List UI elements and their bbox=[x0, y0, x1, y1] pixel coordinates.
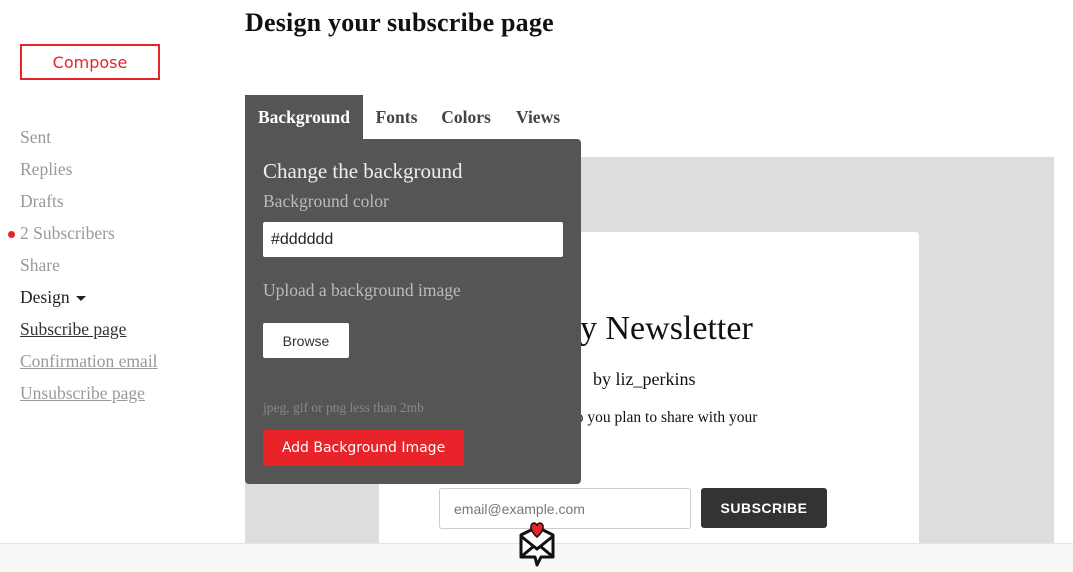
sidebar-item-design[interactable]: Design bbox=[20, 287, 86, 308]
tab-background[interactable]: Background bbox=[245, 95, 363, 139]
add-background-image-button[interactable]: Add Background Image bbox=[263, 430, 464, 466]
background-color-input[interactable]: #dddddd bbox=[263, 222, 563, 257]
tab-fonts[interactable]: Fonts bbox=[363, 95, 430, 139]
background-panel: Change the background Background color #… bbox=[245, 139, 581, 484]
background-color-label: Background color bbox=[263, 191, 389, 211]
newsletter-byline: by liz_perkins bbox=[593, 369, 696, 389]
browse-button[interactable]: Browse bbox=[263, 323, 349, 358]
upload-hint: jpeg, gif or png less than 2mb bbox=[263, 400, 424, 415]
page-title: Design your subscribe page bbox=[245, 8, 554, 37]
notification-dot bbox=[8, 231, 15, 238]
logo-icon bbox=[519, 522, 555, 567]
tab-views[interactable]: Views bbox=[505, 95, 571, 139]
subscribe-button[interactable]: SUBSCRIBE bbox=[701, 488, 827, 528]
sidebar-item-subscribe-page[interactable]: Subscribe page bbox=[20, 319, 126, 340]
sidebar-item-sent[interactable]: Sent bbox=[20, 127, 51, 148]
tab-colors[interactable]: Colors bbox=[432, 95, 500, 139]
design-label: Design bbox=[20, 287, 70, 307]
panel-heading: Change the background bbox=[263, 159, 463, 183]
email-input[interactable]: email@example.com bbox=[439, 488, 691, 529]
newsletter-description: do you plan to share with your bbox=[568, 409, 758, 426]
sidebar-item-drafts[interactable]: Drafts bbox=[20, 191, 64, 212]
sidebar-item-replies[interactable]: Replies bbox=[20, 159, 73, 180]
caret-down-icon bbox=[75, 296, 86, 302]
sidebar-item-confirmation-email[interactable]: Confirmation email bbox=[20, 351, 158, 372]
sidebar-item-unsubscribe-page[interactable]: Unsubscribe page bbox=[20, 383, 145, 404]
newsletter-title: y Newsletter bbox=[580, 310, 753, 347]
compose-button[interactable]: Compose bbox=[20, 44, 160, 80]
sidebar-item-share[interactable]: Share bbox=[20, 255, 60, 276]
sidebar-item-subscribers[interactable]: 2 Subscribers bbox=[20, 223, 115, 244]
upload-label: Upload a background image bbox=[263, 280, 461, 300]
